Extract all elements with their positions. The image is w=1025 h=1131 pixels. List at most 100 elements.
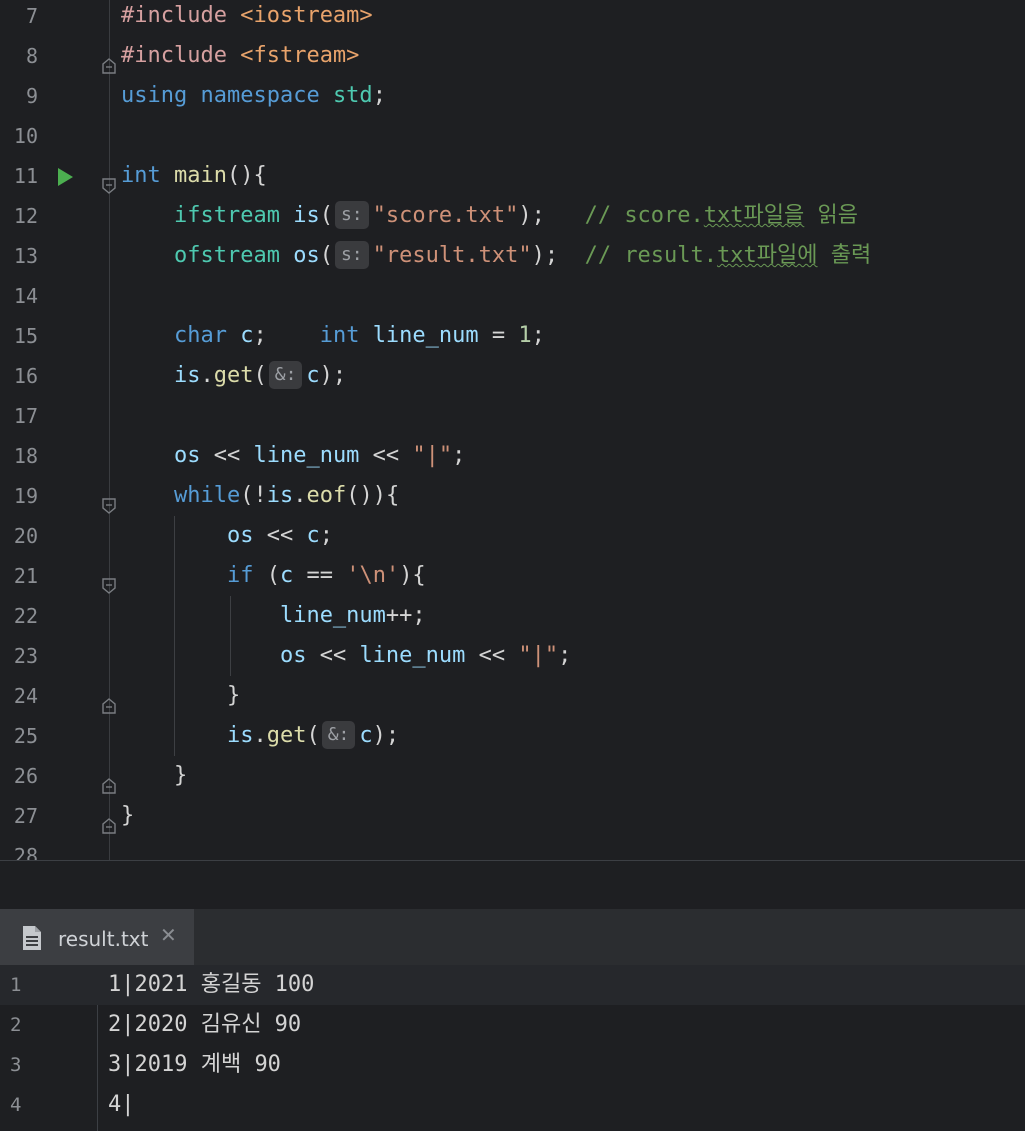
code-token: ;	[558, 643, 572, 668]
output-line-number: 3	[10, 1054, 22, 1076]
code-text[interactable]: os << c;	[121, 516, 333, 556]
code-token: c	[306, 363, 320, 388]
code-line[interactable]: 12 ifstream is(s: "score.txt"); // score.…	[0, 196, 1025, 236]
code-line[interactable]: 20 os << c;	[0, 516, 1025, 556]
code-line[interactable]: 13 ofstream os(s: "result.txt"); // resul…	[0, 236, 1025, 276]
code-token: line_num	[253, 443, 360, 468]
line-number: 9	[25, 84, 38, 108]
fold-marker-icon[interactable]	[102, 688, 116, 714]
code-token: ofstream	[173, 243, 294, 268]
code-token: txt파일에	[717, 243, 818, 268]
panel-gap	[0, 861, 1025, 909]
tab-result-txt[interactable]: result.txt ✕	[0, 909, 194, 965]
code-token: c	[279, 563, 294, 588]
code-text[interactable]: #include <iostream>	[121, 0, 373, 36]
code-text[interactable]: }	[121, 756, 187, 796]
run-icon[interactable]	[58, 168, 73, 186]
code-text[interactable]: ofstream os(s: "result.txt"); // result.t…	[121, 236, 871, 276]
output-line[interactable]: 3 3|2019 계백 90	[0, 1045, 1025, 1085]
code-token: main	[173, 163, 227, 188]
output-line[interactable]: 4 4|	[0, 1085, 1025, 1125]
line-number: 18	[13, 444, 38, 468]
line-number: 22	[13, 604, 38, 628]
code-line[interactable]: 14	[0, 276, 1025, 316]
fold-marker-icon[interactable]	[102, 168, 116, 194]
output-line-text: 4|	[108, 1092, 135, 1117]
code-line[interactable]: 24 }	[0, 676, 1025, 716]
code-token: <iostream>	[240, 3, 373, 28]
code-text[interactable]: os << line_num << "|";	[121, 636, 571, 676]
fold-marker-icon[interactable]	[102, 48, 116, 74]
code-line[interactable]: 7 #include <iostream>	[0, 0, 1025, 36]
code-token: while	[173, 483, 241, 508]
code-line[interactable]: 28	[0, 836, 1025, 860]
output-line-number: 2	[10, 1014, 22, 1036]
code-token: .	[293, 483, 307, 508]
code-text[interactable]: is.get(&: c);	[121, 716, 399, 756]
code-token: ==	[293, 563, 347, 588]
code-text[interactable]: using namespace std;	[121, 76, 386, 116]
code-token: os	[173, 443, 201, 468]
code-token: <<	[253, 523, 307, 548]
code-text[interactable]: char c; int line_num = 1;	[121, 316, 545, 356]
code-token: ;	[253, 323, 320, 348]
close-icon[interactable]: ✕	[160, 923, 177, 947]
code-text[interactable]: while(!is.eof()){	[121, 476, 399, 516]
output-line[interactable]: 1 1|2021 홍길동 100	[0, 965, 1025, 1005]
fold-marker-icon[interactable]	[102, 808, 116, 834]
code-token: }	[121, 683, 241, 708]
code-line[interactable]: 27}	[0, 796, 1025, 836]
line-number: 20	[13, 524, 38, 548]
code-token: );	[518, 203, 585, 228]
line-number: 8	[25, 44, 38, 68]
code-text[interactable]: }	[121, 796, 134, 836]
code-token: .	[200, 363, 214, 388]
fold-marker-icon[interactable]	[102, 768, 116, 794]
parameter-hint: &:	[321, 721, 356, 749]
code-line[interactable]: 22 line_num++;	[0, 596, 1025, 636]
line-number: 25	[13, 724, 38, 748]
code-line[interactable]: 25 is.get(&: c);	[0, 716, 1025, 756]
fold-marker-icon[interactable]	[102, 568, 116, 594]
code-token: using	[121, 83, 201, 108]
code-line[interactable]: 26 }	[0, 756, 1025, 796]
code-line[interactable]: 21 if (c == '\n'){	[0, 556, 1025, 596]
fold-marker-icon[interactable]	[102, 488, 116, 514]
code-token: char	[173, 323, 241, 348]
code-text[interactable]: int main(){	[121, 156, 267, 196]
code-line[interactable]: 18 os << line_num << "|";	[0, 436, 1025, 476]
code-text[interactable]: os << line_num << "|";	[121, 436, 465, 476]
code-editor[interactable]: 7 #include <iostream> 8 #include <fstream> 9…	[0, 0, 1025, 860]
code-token: get	[266, 723, 307, 748]
code-line[interactable]: 15 char c; int line_num = 1;	[0, 316, 1025, 356]
code-text[interactable]: #include <fstream>	[121, 36, 359, 76]
code-text[interactable]: if (c == '\n'){	[121, 556, 426, 596]
output-file-viewer[interactable]: 1 1|2021 홍길동 100 2 2|2020 김유신 90 3 3|2019 계백 …	[0, 965, 1025, 1131]
code-line[interactable]: 9 using namespace std;	[0, 76, 1025, 116]
code-token: );	[319, 363, 347, 388]
code-token: }	[121, 763, 188, 788]
code-line[interactable]: 8 #include <fstream>	[0, 36, 1025, 76]
code-line[interactable]: 16 is.get(&: c);	[0, 356, 1025, 396]
code-text[interactable]: }	[121, 676, 240, 716]
code-line[interactable]: 19 while(!is.eof()){	[0, 476, 1025, 516]
code-token: os	[293, 243, 320, 268]
code-line[interactable]: 10	[0, 116, 1025, 156]
line-number: 24	[13, 684, 38, 708]
code-text[interactable]: ifstream is(s: "score.txt"); // score.txt…	[121, 196, 858, 236]
code-token: is	[173, 363, 201, 388]
code-token: <<	[465, 643, 519, 668]
code-text[interactable]: is.get(&: c);	[121, 356, 346, 396]
output-line-text: 1|2021 홍길동 100	[108, 972, 315, 997]
code-line[interactable]: 11 int main(){	[0, 156, 1025, 196]
parameter-hint: s:	[334, 201, 369, 229]
code-token: =	[478, 323, 519, 348]
code-text[interactable]: line_num++;	[121, 596, 426, 636]
code-line[interactable]: 23 os << line_num << "|";	[0, 636, 1025, 676]
code-token: ifstream	[173, 203, 294, 228]
output-line[interactable]: 2 2|2020 김유신 90	[0, 1005, 1025, 1045]
code-token: is	[266, 483, 294, 508]
code-line[interactable]: 17	[0, 396, 1025, 436]
